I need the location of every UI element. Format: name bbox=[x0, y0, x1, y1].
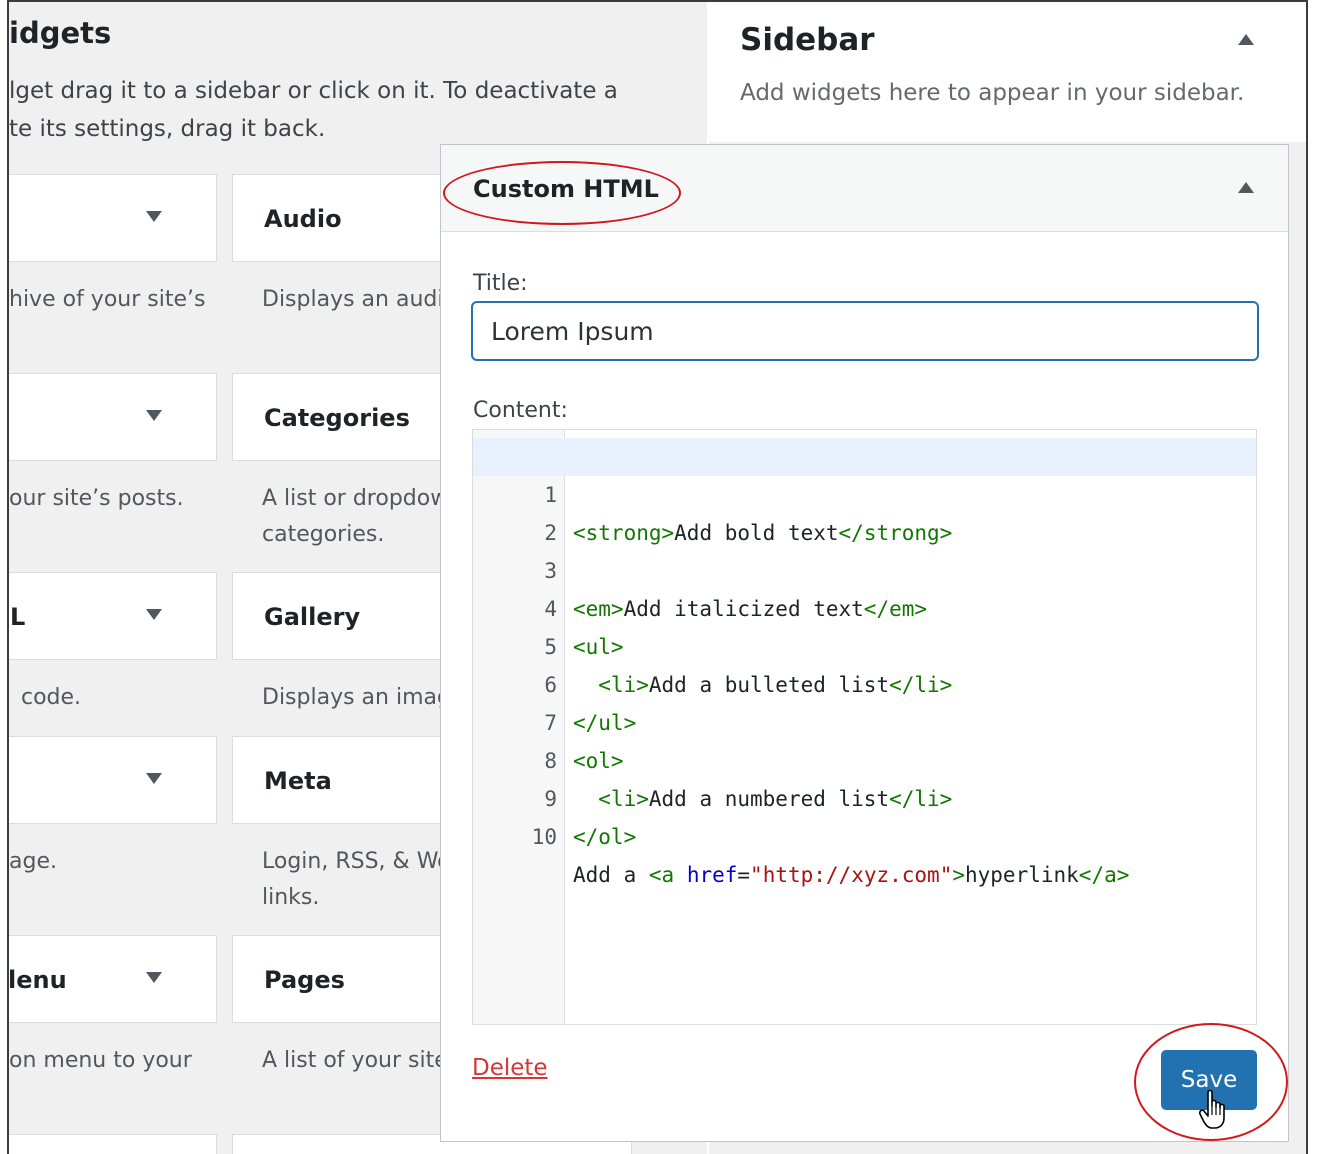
widget-card[interactable] bbox=[9, 373, 217, 461]
collapse-sidebar-icon[interactable] bbox=[1238, 34, 1254, 45]
widget-description: hive of your site’s bbox=[9, 287, 206, 312]
page-title: idgets bbox=[9, 16, 112, 50]
content-label: Content: bbox=[473, 398, 568, 423]
code-line[interactable]: 2 bbox=[473, 476, 1256, 545]
widget-description: Displays an imag bbox=[262, 685, 451, 710]
code-editor[interactable]: 1 <strong>Add bold text</strong> 2 3 <em… bbox=[472, 429, 1257, 1025]
widget-title: Categories bbox=[264, 404, 410, 432]
hand-cursor-icon bbox=[1199, 1089, 1225, 1129]
widget-title: lenu bbox=[9, 966, 67, 994]
widget-description-line: categories. bbox=[262, 522, 385, 547]
delete-link[interactable]: Delete bbox=[472, 1055, 548, 1081]
window-left-border bbox=[0, 0, 9, 1154]
chevron-down-icon[interactable] bbox=[146, 211, 162, 222]
sidebar-title: Sidebar bbox=[740, 22, 875, 58]
collapse-widget-icon[interactable] bbox=[1238, 182, 1254, 193]
widget-description: age. bbox=[9, 849, 57, 874]
widget-description: Displays an audic bbox=[262, 287, 456, 312]
widget-card[interactable]: L bbox=[9, 572, 217, 660]
widget-description-line: A list or dropdow bbox=[262, 486, 449, 511]
chevron-down-icon[interactable] bbox=[146, 773, 162, 784]
description-line-1: lget drag it to a sidebar or click on it… bbox=[9, 78, 618, 104]
widget-title: Gallery bbox=[264, 603, 361, 631]
widget-title: Custom HTML bbox=[473, 175, 659, 203]
widget-description-line: Login, RSS, & Wo bbox=[262, 849, 451, 874]
title-label: Title: bbox=[473, 271, 528, 296]
widget-description: our site’s posts. bbox=[9, 486, 184, 511]
code-line[interactable]: 6 </ul> bbox=[473, 628, 1256, 735]
widget-description: Login, RSS, & Wo links. bbox=[262, 844, 451, 916]
widget-title: Audio bbox=[264, 205, 342, 233]
code-line[interactable]: 10 Add a <a href="http://xyz.com">hyperl… bbox=[473, 780, 1256, 887]
widget-description: A list of your site’ bbox=[262, 1048, 455, 1073]
title-input[interactable] bbox=[471, 301, 1259, 361]
code-line[interactable]: 9 </ol> bbox=[473, 742, 1256, 849]
code-line[interactable]: 3 <em>Add italicized text</em> bbox=[473, 514, 1256, 621]
widget-title: Pages bbox=[264, 966, 345, 994]
code-line[interactable]: 1 <strong>Add bold text</strong> bbox=[473, 438, 1256, 545]
code-line[interactable]: 4 <ul> bbox=[473, 552, 1256, 659]
code-line[interactable]: 7 <ol> bbox=[473, 666, 1256, 773]
sidebar-subtitle: Add widgets here to appear in your sideb… bbox=[740, 80, 1245, 106]
code-line[interactable]: 8 <li>Add a numbered list</li> bbox=[473, 704, 1256, 811]
widget-description-line: links. bbox=[262, 885, 320, 910]
widget-card[interactable] bbox=[9, 174, 217, 262]
chevron-down-icon[interactable] bbox=[146, 972, 162, 983]
code-line[interactable]: 5 <li>Add a bulleted list</li> bbox=[473, 590, 1256, 697]
widget-description: A list or dropdow categories. bbox=[262, 481, 448, 553]
widget-card[interactable] bbox=[9, 736, 217, 824]
widget-description: on menu to your bbox=[9, 1048, 192, 1073]
widget-header[interactable]: Custom HTML bbox=[441, 145, 1288, 232]
chevron-down-icon[interactable] bbox=[146, 410, 162, 421]
window-right-border bbox=[1306, 0, 1322, 1154]
widget-title: L bbox=[10, 603, 26, 631]
sidebar-header[interactable]: Sidebar Add widgets here to appear in yo… bbox=[709, 2, 1306, 142]
line-number: 10 bbox=[531, 825, 557, 849]
custom-html-widget: Custom HTML Title: Content: 1 <strong>Ad… bbox=[440, 144, 1289, 1142]
chevron-down-icon[interactable] bbox=[146, 609, 162, 620]
widget-title: Meta bbox=[264, 767, 332, 795]
widget-card[interactable]: lenu bbox=[9, 935, 217, 1023]
description-line-2: te its settings, drag it back. bbox=[9, 116, 326, 142]
page-description: lget drag it to a sidebar or click on it… bbox=[9, 72, 649, 148]
widget-description: code. bbox=[21, 685, 82, 710]
widget-card[interactable] bbox=[9, 1134, 217, 1154]
